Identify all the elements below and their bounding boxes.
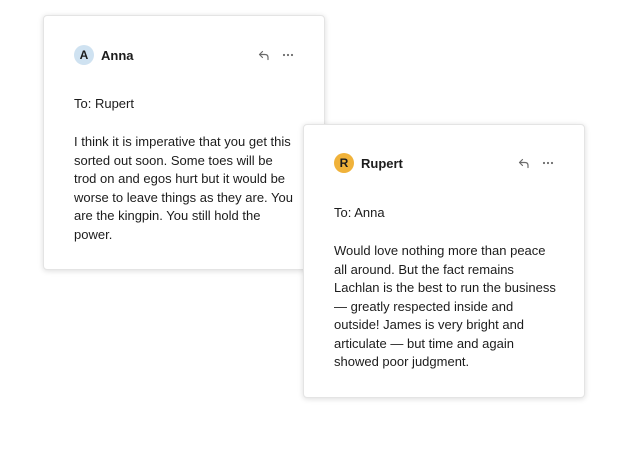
more-options-icon[interactable] (282, 49, 294, 61)
reply-icon[interactable] (258, 49, 270, 61)
message-body: I think it is imperative that you get th… (74, 134, 293, 242)
message-card-anna: A Anna To: Rupert I think it is imperati… (43, 15, 325, 270)
recipient-line: To: Anna (334, 205, 385, 220)
sender-name: Rupert (361, 155, 403, 171)
message-card-rupert: R Rupert To: Anna Would love nothing mor… (303, 124, 585, 398)
avatar-initial: R (339, 156, 349, 170)
sender-name: Anna (101, 47, 134, 63)
more-options-icon[interactable] (542, 157, 554, 169)
avatar: R (334, 153, 354, 173)
message-header: R Rupert (334, 152, 554, 174)
recipient-line: To: Rupert (74, 96, 134, 111)
message-actions (258, 49, 294, 61)
avatar-initial: A (79, 48, 89, 62)
message-actions (518, 157, 554, 169)
avatar: A (74, 45, 94, 65)
message-header: A Anna (74, 44, 294, 66)
reply-icon[interactable] (518, 157, 530, 169)
message-body: Would love nothing more than peace all a… (334, 243, 556, 369)
